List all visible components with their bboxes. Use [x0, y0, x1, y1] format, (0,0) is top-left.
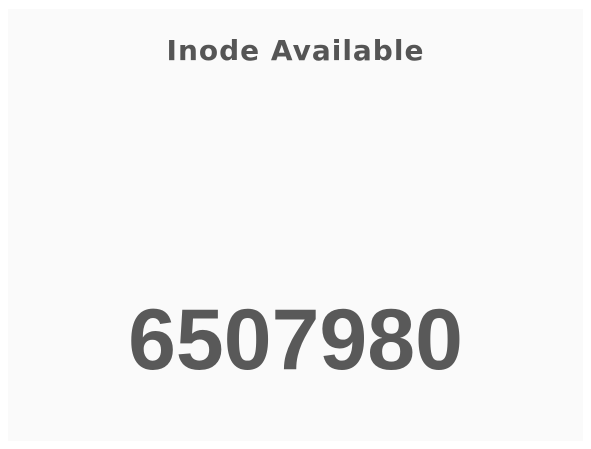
panel-title: Inode Available: [166, 34, 425, 67]
stat-value: 6507980: [128, 292, 463, 388]
inode-available-panel: Inode Available 6507980: [8, 9, 583, 441]
